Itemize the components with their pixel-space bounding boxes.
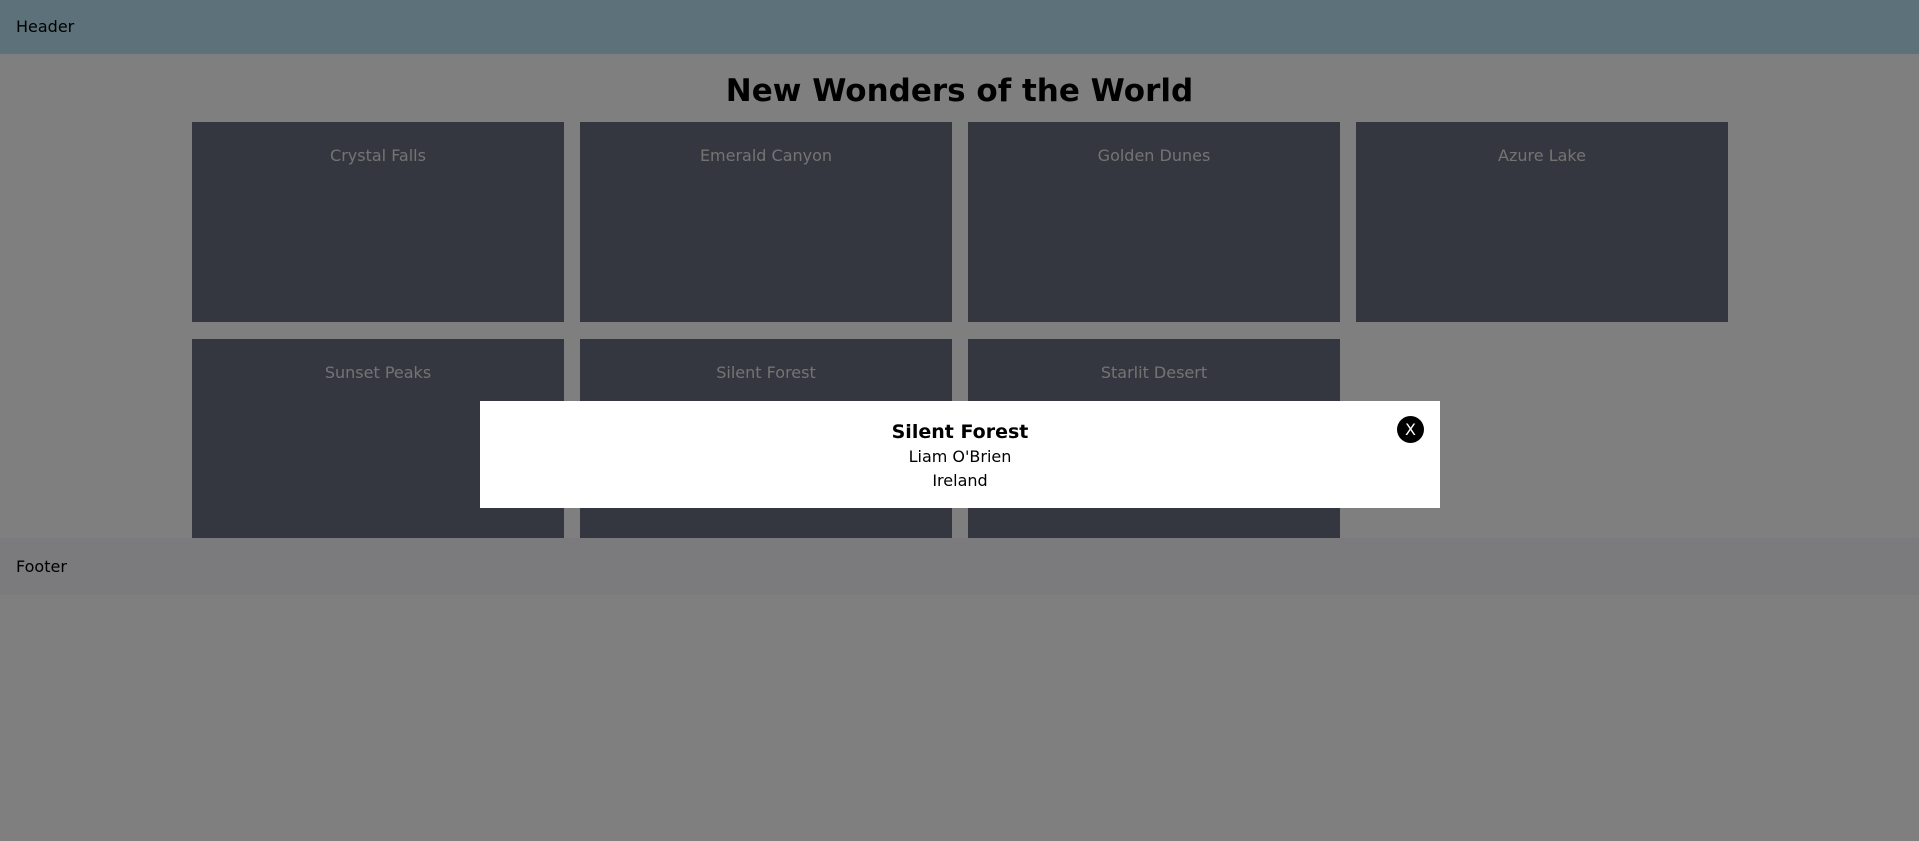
modal-author: Liam O'Brien bbox=[908, 447, 1012, 466]
close-button[interactable]: X bbox=[1397, 416, 1424, 443]
modal-country: Ireland bbox=[932, 471, 988, 490]
wonder-detail-modal: Silent Forest Liam O'Brien Ireland X bbox=[480, 401, 1440, 508]
modal-title: Silent Forest bbox=[891, 421, 1029, 443]
